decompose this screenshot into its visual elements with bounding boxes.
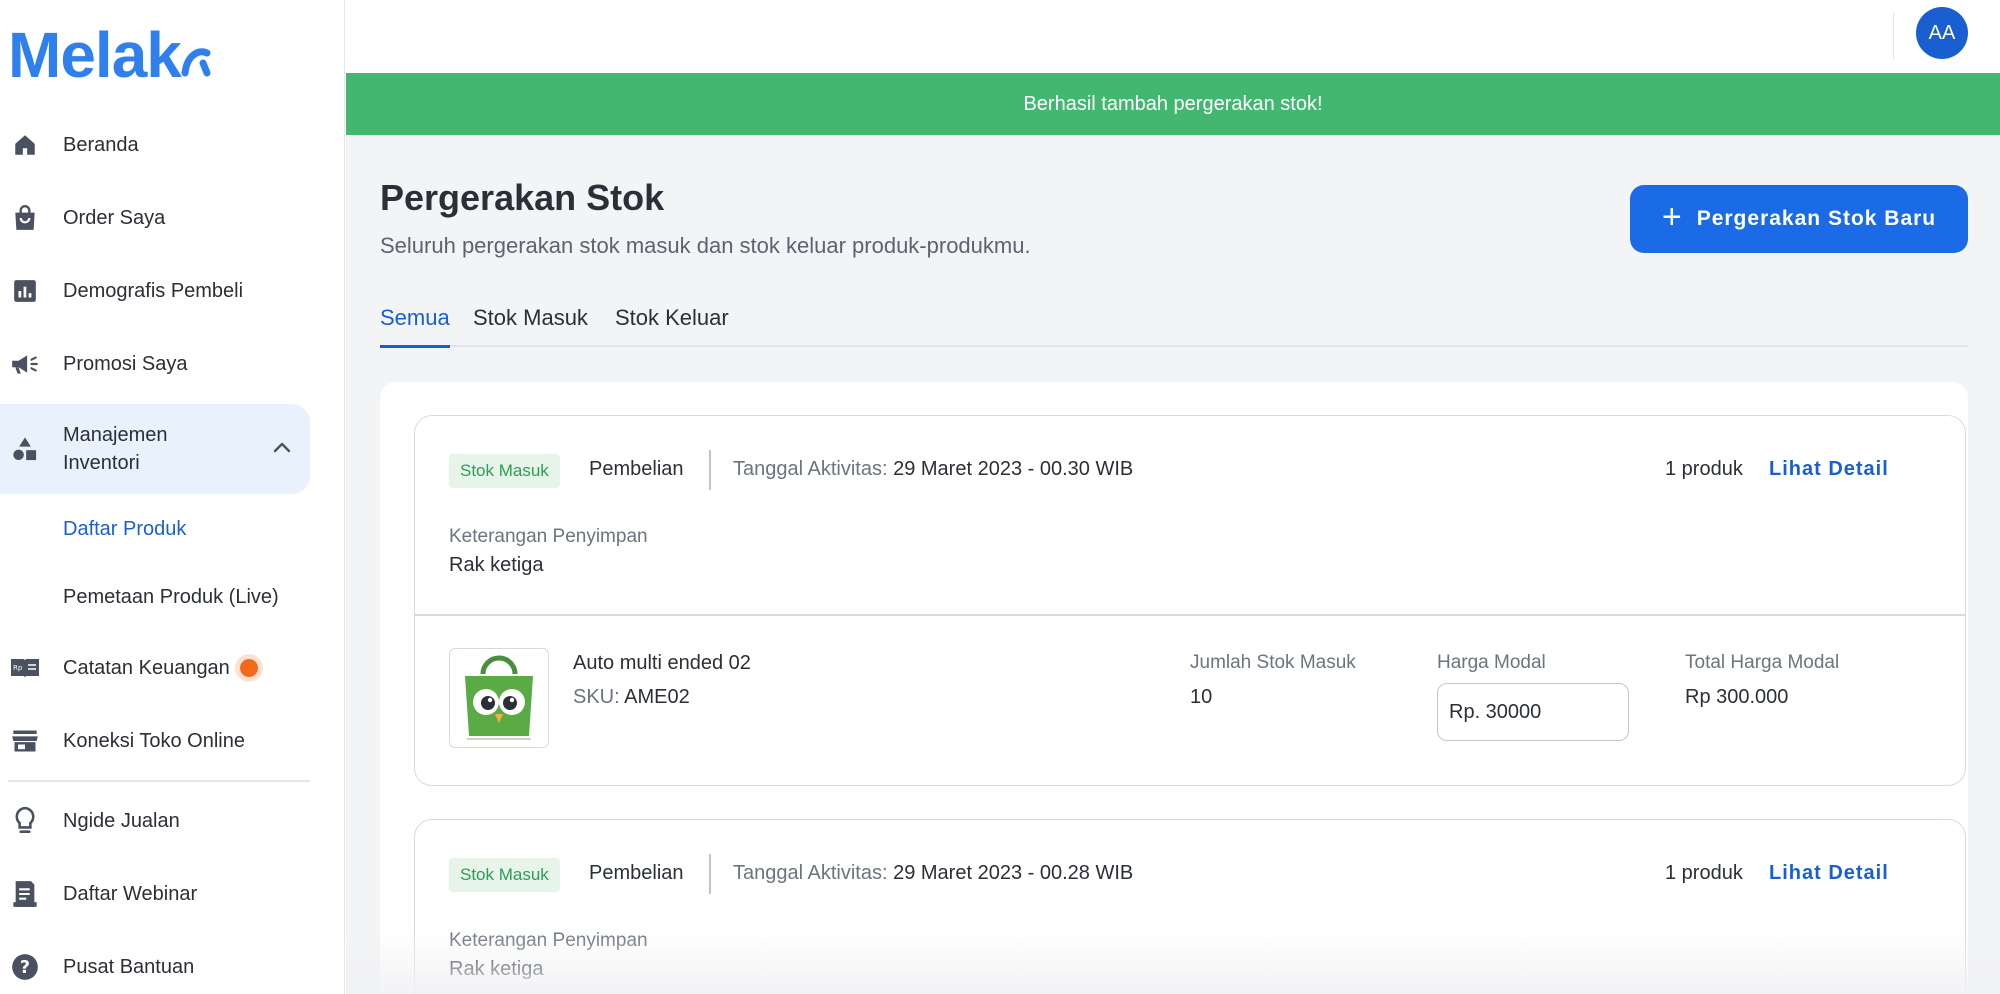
status-badge: Stok Masuk: [449, 858, 560, 892]
svg-text:Rp: Rp: [13, 664, 23, 672]
plus-icon: +: [1661, 197, 1683, 236]
product-sku-value: AME02: [624, 686, 690, 708]
sidebar-item-label-text: Catatan Keuangan: [63, 656, 230, 679]
sidebar-item-label: Daftar Webinar: [63, 882, 198, 905]
total-cost-value: Rp 300.000: [1685, 686, 1789, 708]
card-divider: [415, 614, 1965, 616]
melaka-logo[interactable]: Melak: [8, 18, 211, 92]
store-icon: [10, 726, 40, 756]
sidebar-item-label-line1: Manajemen: [63, 424, 168, 446]
sidebar-item-label: Ngide Jualan: [63, 809, 180, 832]
movement-type: Pembelian: [589, 458, 684, 480]
activity-date: Tanggal Aktivitas: 29 Maret 2023 - 00.30…: [733, 458, 1133, 481]
vertical-separator: [709, 854, 711, 894]
notification-dot: [239, 659, 258, 678]
view-detail-link[interactable]: Lihat Detail: [1769, 458, 1889, 481]
activity-date: Tanggal Aktivitas: 29 Maret 2023 - 00.28…: [733, 862, 1133, 885]
sidebar-item-beranda[interactable]: Beranda: [0, 113, 310, 177]
stock-in-qty-value: 10: [1190, 686, 1213, 708]
product-thumbnail: [449, 648, 549, 748]
main-content: Pergerakan Stok Seluruh pergerakan stok …: [346, 135, 2000, 994]
sidebar-item-promosi-saya[interactable]: Promosi Saya: [0, 332, 310, 396]
sidebar-item-demografis-pembeli[interactable]: Demografis Pembeli: [0, 259, 310, 323]
vertical-separator: [709, 450, 711, 490]
lightbulb-icon: [10, 806, 40, 836]
topbar-separator: [1893, 12, 1894, 60]
sidebar-item-label: Pusat Bantuan: [63, 955, 195, 978]
sidebar: Melak Beranda Order Saya Demografis Pemb…: [0, 0, 345, 994]
shopping-bag-icon: [10, 203, 40, 233]
new-stock-movement-button[interactable]: + Pergerakan Stok Baru: [1630, 185, 1968, 253]
sidebar-item-label: Order Saya: [63, 206, 166, 229]
total-cost-label: Total Harga Modal: [1685, 652, 1840, 673]
activity-date-label: Tanggal Aktivitas:: [733, 862, 888, 884]
tab-stok-keluar[interactable]: Stok Keluar: [615, 295, 729, 347]
product-name: Auto multi ended 02: [573, 652, 751, 674]
activity-date-value: 29 Maret 2023 - 00.30 WIB: [893, 458, 1134, 480]
product-count: 1 produk: [1665, 458, 1743, 480]
sidebar-item-daftar-webinar[interactable]: Daftar Webinar: [0, 862, 310, 926]
storage-note-label: Keterangan Penyimpan: [449, 526, 648, 547]
sidebar-item-pusat-bantuan[interactable]: ? Pusat Bantuan: [0, 935, 310, 994]
home-icon: [10, 130, 40, 160]
activity-date-value: 29 Maret 2023 - 00.28 WIB: [893, 862, 1134, 884]
status-badge: Stok Masuk: [449, 454, 560, 488]
sidebar-item-label: Beranda: [63, 133, 139, 156]
shapes-icon: [10, 434, 40, 464]
tab-stok-masuk[interactable]: Stok Masuk: [473, 295, 588, 347]
sidebar-item-label-line2: Inventori: [63, 452, 140, 474]
product-sku: SKU: AME02: [573, 686, 690, 709]
sidebar-item-label: Promosi Saya: [63, 352, 188, 375]
cost-price-label: Harga Modal: [1437, 652, 1546, 673]
new-stock-movement-label: Pergerakan Stok Baru: [1696, 207, 1937, 230]
view-detail-link[interactable]: Lihat Detail: [1769, 862, 1889, 885]
bar-chart-icon: [10, 276, 40, 306]
document-icon: [10, 879, 40, 909]
sidebar-item-manajemen-inventori[interactable]: Manajemen Inventori: [0, 404, 310, 494]
storage-note-value: Rak ketiga: [449, 958, 544, 980]
svg-text:?: ?: [20, 958, 30, 978]
help-icon: ?: [10, 952, 40, 982]
cost-price-input[interactable]: Rp. 30000: [1437, 683, 1629, 741]
tab-bar: Semua Stok Masuk Stok Keluar: [380, 295, 1968, 348]
finance-book-icon: Rp: [10, 653, 40, 683]
product-count: 1 produk: [1665, 862, 1743, 884]
sidebar-item-catatan-keuangan[interactable]: Rp Catatan Keuangan: [0, 636, 310, 700]
sidebar-item-label: Catatan Keuangan: [63, 657, 258, 680]
page-subtitle: Seluruh pergerakan stok masuk dan stok k…: [380, 233, 1031, 258]
activity-date-label: Tanggal Aktivitas:: [733, 458, 888, 480]
sidebar-item-label: Koneksi Toko Online: [63, 729, 245, 752]
sidebar-item-label: Manajemen Inventori: [63, 421, 168, 477]
sidebar-item-label: Demografis Pembeli: [63, 279, 244, 302]
sidebar-item-ngide-jualan[interactable]: Ngide Jualan: [0, 789, 310, 853]
stock-in-qty-label: Jumlah Stok Masuk: [1190, 652, 1356, 673]
movement-card: Stok Masuk Pembelian Tanggal Aktivitas: …: [414, 415, 1966, 786]
tab-semua[interactable]: Semua: [380, 295, 450, 348]
sidebar-item-order-saya[interactable]: Order Saya: [0, 186, 310, 250]
storage-note-label: Keterangan Penyimpan: [449, 930, 648, 951]
top-bar: AA: [346, 0, 2000, 73]
movement-card: Stok Masuk Pembelian Tanggal Aktivitas: …: [414, 819, 1966, 994]
avatar[interactable]: AA: [1916, 7, 1968, 59]
movement-list-panel: Stok Masuk Pembelian Tanggal Aktivitas: …: [380, 382, 1968, 994]
page-title: Pergerakan Stok: [380, 177, 665, 218]
storage-note-value: Rak ketiga: [449, 554, 544, 576]
success-toast: Berhasil tambah pergerakan stok!: [346, 73, 2000, 135]
sidebar-subitem-daftar-produk[interactable]: Daftar Produk: [63, 518, 186, 541]
sidebar-divider: [8, 780, 310, 782]
megaphone-icon: [10, 349, 40, 379]
sidebar-item-koneksi-toko-online[interactable]: Koneksi Toko Online: [0, 709, 310, 773]
sidebar-subitem-pemetaan-produk[interactable]: Pemetaan Produk (Live): [63, 586, 279, 609]
chevron-up-icon[interactable]: [272, 440, 292, 459]
product-sku-label: SKU:: [573, 686, 620, 708]
logo-text: Melak: [8, 19, 182, 91]
tokopedia-owl-bag-icon: [465, 655, 533, 740]
logo-mark-icon: [181, 18, 211, 77]
movement-type: Pembelian: [589, 862, 684, 884]
